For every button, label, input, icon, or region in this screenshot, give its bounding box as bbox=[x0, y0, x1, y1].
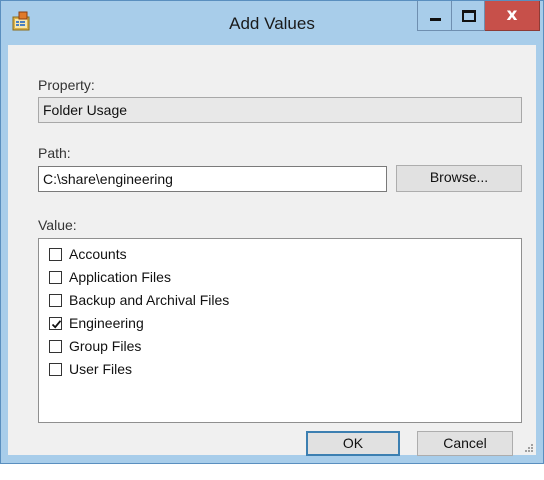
title-bar[interactable]: Add Values x bbox=[1, 1, 543, 45]
path-input[interactable]: C:\share\engineering bbox=[38, 166, 387, 192]
checkbox[interactable] bbox=[49, 271, 62, 284]
close-icon: x bbox=[506, 5, 518, 25]
list-item-label: Application Files bbox=[69, 269, 171, 285]
list-item-label: Group Files bbox=[69, 338, 142, 354]
property-field: Folder Usage bbox=[38, 97, 522, 123]
checkmark-icon bbox=[51, 320, 62, 329]
dialog-body: Property: Folder Usage Path: C:\share\en… bbox=[8, 45, 536, 456]
property-label: Property: bbox=[38, 77, 95, 93]
cancel-button[interactable]: Cancel bbox=[417, 431, 513, 456]
add-values-dialog: Add Values x Property: Folder Usage Path… bbox=[0, 0, 544, 464]
maximize-button[interactable] bbox=[452, 1, 485, 31]
minimize-button[interactable] bbox=[417, 1, 452, 31]
browse-button[interactable]: Browse... bbox=[396, 165, 522, 192]
value-listbox[interactable]: Accounts Application Files Backup and Ar… bbox=[38, 238, 522, 423]
checkbox-checked[interactable] bbox=[49, 317, 62, 330]
value-label: Value: bbox=[38, 217, 77, 233]
checkbox[interactable] bbox=[49, 363, 62, 376]
resize-grip-icon[interactable] bbox=[524, 443, 534, 453]
checkbox[interactable] bbox=[49, 294, 62, 307]
list-item-label: Accounts bbox=[69, 246, 127, 262]
minimize-icon bbox=[430, 18, 441, 21]
ok-button[interactable]: OK bbox=[306, 431, 400, 456]
close-button[interactable]: x bbox=[485, 1, 540, 31]
path-label: Path: bbox=[38, 145, 71, 161]
list-item-label: Engineering bbox=[69, 315, 144, 331]
list-item-label: User Files bbox=[69, 361, 133, 377]
checkbox[interactable] bbox=[49, 340, 62, 353]
maximize-icon bbox=[462, 10, 476, 22]
checkbox[interactable] bbox=[49, 248, 62, 261]
list-item-label: Backup and Archival Files bbox=[69, 292, 230, 308]
